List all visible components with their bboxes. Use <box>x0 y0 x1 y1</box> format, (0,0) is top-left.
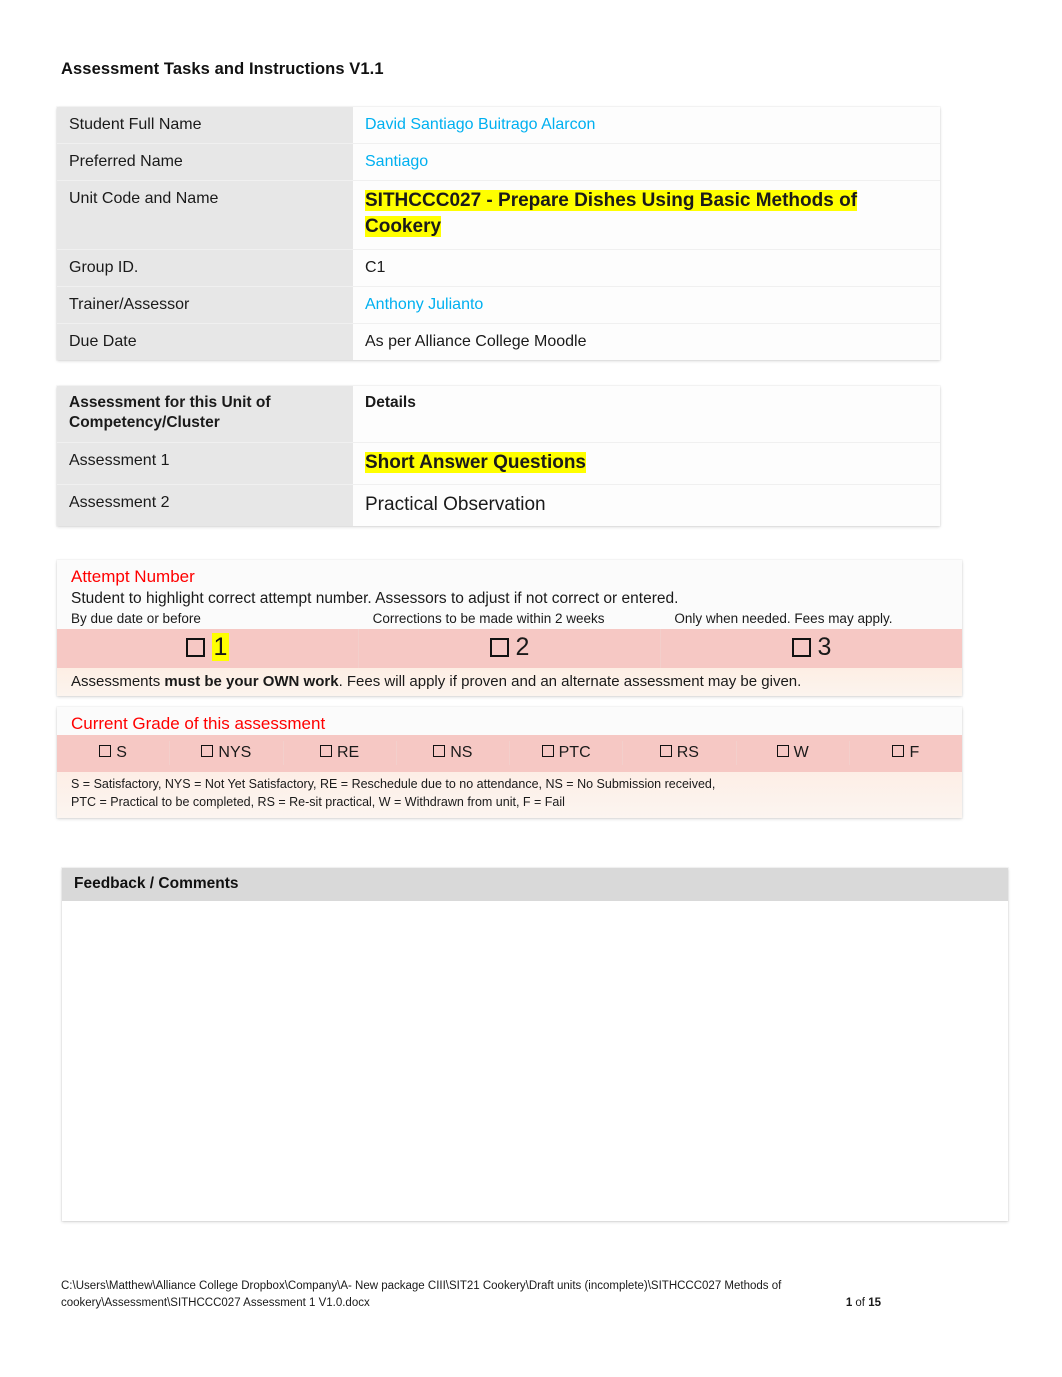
row-label-preferred-name: Preferred Name <box>57 143 353 182</box>
row-value-assessment-1: Short Answer Questions <box>353 442 940 486</box>
checkbox-grade-ns-icon[interactable] <box>433 745 446 758</box>
table-row: Trainer/Assessor Anthony Julianto <box>57 286 940 324</box>
current-grade-panel: Current Grade of this assessment S NYS R… <box>57 707 962 818</box>
table-row: Unit Code and Name SITHCCC027 - Prepare … <box>57 180 940 250</box>
assessment-1-highlight: Short Answer Questions <box>365 451 586 473</box>
checkbox-grade-w-icon[interactable] <box>776 745 789 758</box>
footer-path-line-2: cookery\Assessment\SITHCCC027 Assessment… <box>61 1297 370 1310</box>
attempt-option-2[interactable]: 2 <box>359 628 661 668</box>
assessments-header-details: Details <box>353 386 940 443</box>
feedback-comments-input[interactable] <box>62 901 1008 1221</box>
checkbox-attempt-3-icon[interactable] <box>791 637 811 657</box>
attempt-note-2: Corrections to be made within 2 weeks <box>372 611 605 627</box>
attempt-2-number: 2 <box>515 632 530 661</box>
grade-checkbox-row: S NYS RE NS PTC RS W F <box>57 735 962 773</box>
grade-label-s: S <box>116 744 127 762</box>
table-row: Student Full Name David Santiago Buitrag… <box>57 107 940 145</box>
attempt-option-3[interactable]: 3 <box>661 629 962 668</box>
attempt-number-panel: Attempt Number Student to highlight corr… <box>57 560 962 696</box>
row-label-group-id: Group ID. <box>57 249 353 287</box>
own-work-prefix: Assessments <box>71 672 165 690</box>
attempt-note-3: Only when needed. Fees may apply. <box>674 611 893 627</box>
page-of: of <box>852 1297 869 1310</box>
grade-label-re: RE <box>337 744 360 762</box>
checkbox-grade-ptc-icon[interactable] <box>541 745 554 758</box>
assessments-table: Assessment for this Unit of Competency/C… <box>57 386 940 527</box>
row-label-due-date: Due Date <box>57 323 353 360</box>
table-row: Group ID. C1 <box>57 249 940 287</box>
grade-option-ptc[interactable]: PTC <box>510 741 624 766</box>
table-row: Assessment 1 Short Answer Questions <box>57 442 940 486</box>
student-details-table: Student Full Name David Santiago Buitrag… <box>57 107 940 360</box>
row-value-group-id: C1 <box>353 249 940 287</box>
attempt-option-1[interactable]: 1 <box>57 628 359 668</box>
own-work-bold: must be your OWN work <box>164 672 339 690</box>
row-value-preferred-name: Santiago <box>353 143 940 182</box>
checkbox-attempt-1-icon[interactable] <box>185 637 205 657</box>
feedback-comments-box: Feedback / Comments <box>62 868 1008 1221</box>
grade-label-ns: NS <box>450 744 473 762</box>
page-title: Assessment Tasks and Instructions V1.1 <box>61 60 384 78</box>
row-label-student-full-name: Student Full Name <box>57 107 353 145</box>
assessments-header-label: Assessment for this Unit of Competency/C… <box>57 386 353 443</box>
attempt-1-number: 1 <box>211 632 230 661</box>
grade-label-f: F <box>909 744 920 762</box>
checkbox-grade-nys-icon[interactable] <box>201 745 214 758</box>
page-total: 15 <box>868 1297 881 1310</box>
own-work-notice: Assessments must be your OWN work. Fees … <box>57 667 962 696</box>
grade-legend-line-2: PTC = Practical to be completed, RS = Re… <box>71 794 565 809</box>
table-row: Assessment 2 Practical Observation <box>57 484 940 527</box>
current-grade-heading: Current Grade of this assessment <box>71 714 326 733</box>
grade-option-f[interactable]: F <box>850 741 962 765</box>
checkbox-grade-s-icon[interactable] <box>99 745 112 758</box>
row-label-assessment-1: Assessment 1 <box>57 442 353 486</box>
checkbox-grade-rs-icon[interactable] <box>659 745 672 758</box>
table-header-row: Assessment for this Unit of Competency/C… <box>57 386 940 443</box>
feedback-comments-heading: Feedback / Comments <box>62 868 1008 901</box>
attempt-number-heading: Attempt Number <box>71 567 195 586</box>
row-label-assessment-2: Assessment 2 <box>57 484 353 527</box>
checkbox-attempt-2-icon[interactable] <box>489 637 509 657</box>
attempt-number-instruction: Student to highlight correct attempt num… <box>71 590 679 608</box>
grade-legend-line-1: S = Satisfactory, NYS = Not Yet Satisfac… <box>71 777 716 792</box>
grade-legend: S = Satisfactory, NYS = Not Yet Satisfac… <box>57 772 962 818</box>
own-work-suffix: . Fees will apply if proven and an alter… <box>338 672 802 690</box>
row-value-student-full-name: David Santiago Buitrago Alarcon <box>353 107 940 145</box>
attempt-3-number: 3 <box>817 632 832 661</box>
row-value-trainer-assessor: Anthony Julianto <box>353 286 940 324</box>
checkbox-grade-f-icon[interactable] <box>892 745 905 758</box>
attempt-checkbox-row: 1 2 3 <box>57 628 962 668</box>
row-label-unit-code-and-name: Unit Code and Name <box>57 180 353 250</box>
grade-option-w[interactable]: W <box>737 741 850 766</box>
row-value-unit-code-and-name: SITHCCC027 - Prepare Dishes Using Basic … <box>353 180 940 250</box>
row-value-due-date: As per Alliance College Moodle <box>353 323 940 360</box>
unit-name-highlight: SITHCCC027 - Prepare Dishes Using Basic … <box>365 190 858 238</box>
page-number: 1 of 15 <box>846 1295 881 1312</box>
grade-option-rs[interactable]: RS <box>623 741 737 766</box>
grade-option-re[interactable]: RE <box>284 741 397 766</box>
document-page: Assessment Tasks and Instructions V1.1 S… <box>0 0 1062 1377</box>
footer: C:\Users\Matthew\Alliance College Dropbo… <box>61 1278 881 1313</box>
grade-label-nys: NYS <box>218 744 252 762</box>
grade-option-ns[interactable]: NS <box>397 741 510 766</box>
checkbox-grade-re-icon[interactable] <box>320 745 332 758</box>
footer-path-line-1: C:\Users\Matthew\Alliance College Dropbo… <box>61 1280 782 1292</box>
grade-option-s[interactable]: S <box>57 741 171 766</box>
row-value-assessment-2: Practical Observation <box>353 484 940 527</box>
table-row: Due Date As per Alliance College Moodle <box>57 323 940 360</box>
grade-label-rs: RS <box>676 744 699 762</box>
grade-label-w: W <box>793 744 809 762</box>
grade-label-ptc: PTC <box>558 744 591 762</box>
attempt-column-notes: By due date or before Corrections to be … <box>57 610 962 628</box>
attempt-note-1: By due date or before <box>71 611 201 627</box>
grade-option-nys[interactable]: NYS <box>170 741 284 766</box>
table-row: Preferred Name Santiago <box>57 143 940 182</box>
row-label-trainer-assessor: Trainer/Assessor <box>57 286 353 324</box>
